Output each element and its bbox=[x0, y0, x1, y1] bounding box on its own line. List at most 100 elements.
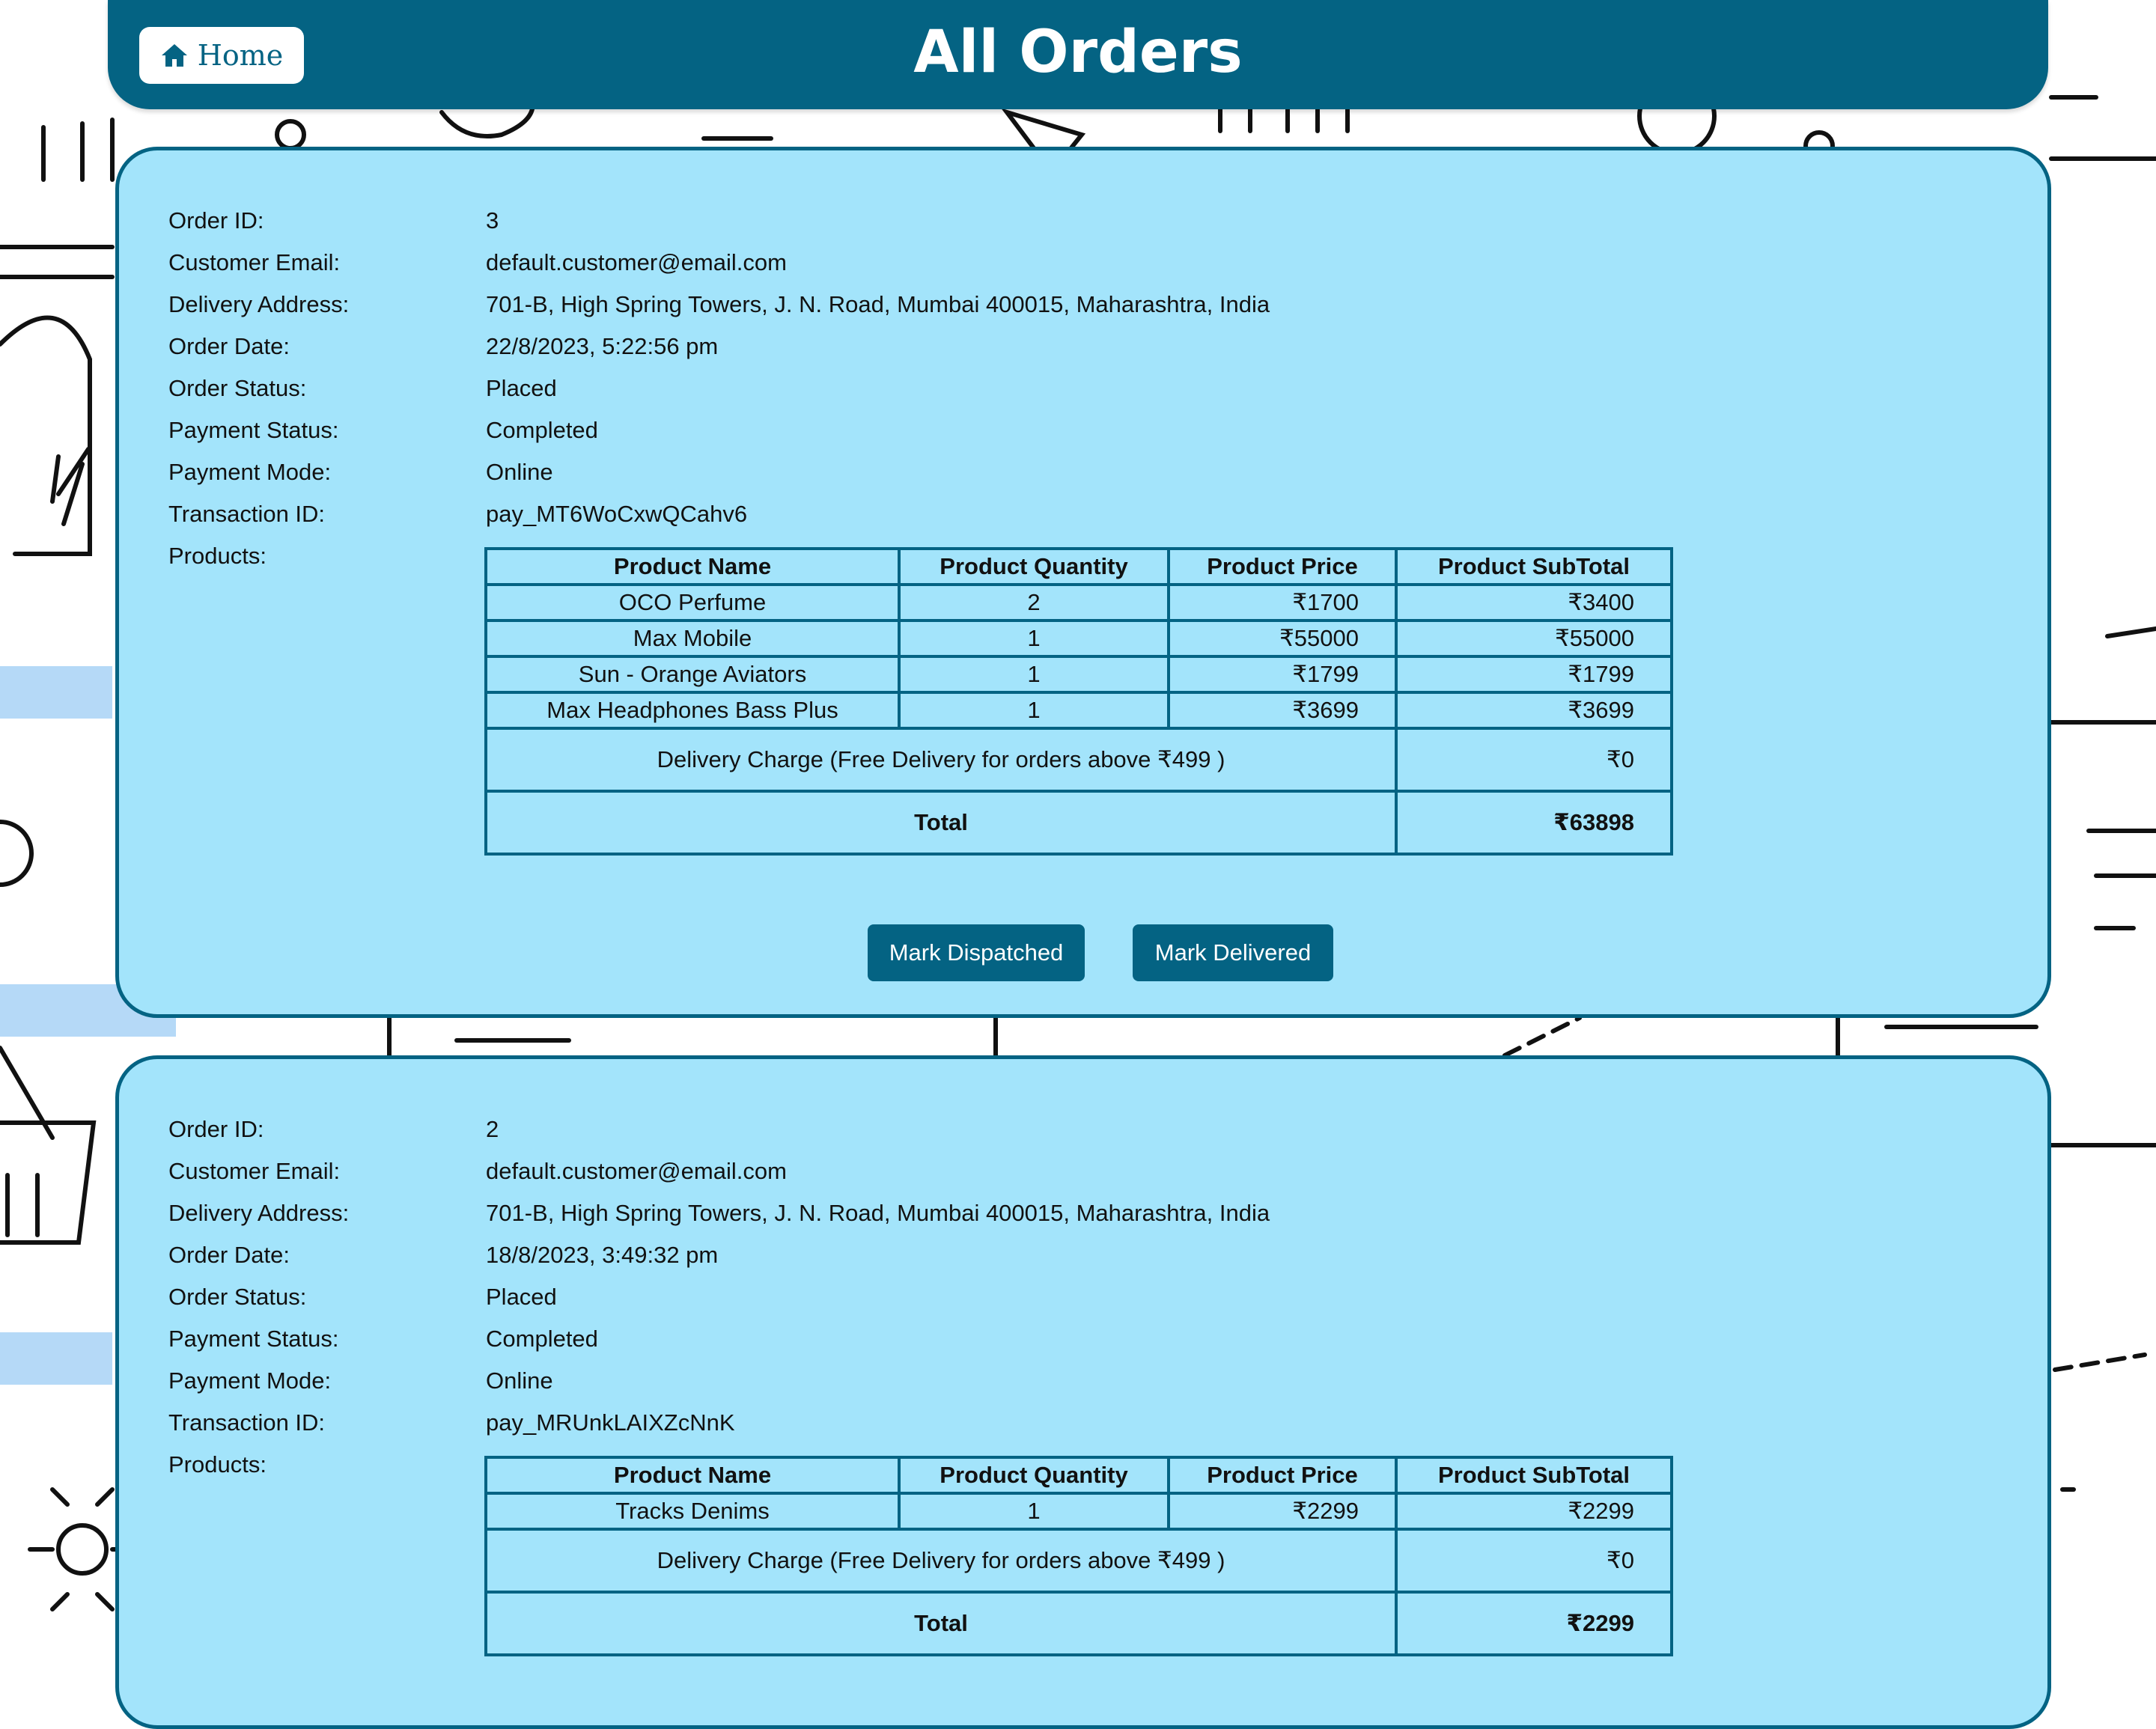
product-quantity: 2 bbox=[898, 583, 1170, 622]
order-date-value: 18/8/2023, 3:49:32 pm bbox=[486, 1242, 719, 1268]
delivery-charge-label: Delivery Charge (Free Delivery for order… bbox=[484, 727, 1398, 793]
delivery-charge-value: ₹0 bbox=[1395, 727, 1673, 793]
order-id-label: Order ID: bbox=[168, 207, 264, 234]
mark-delivered-button[interactable]: Mark Delivered bbox=[1133, 924, 1333, 981]
product-price: ₹1799 bbox=[1167, 655, 1398, 694]
payment-status-row: Payment Status: Completed bbox=[168, 409, 1270, 451]
customer-email-label: Customer Email: bbox=[168, 1158, 341, 1184]
table-header-row: Product Name Product Quantity Product Pr… bbox=[484, 1456, 1673, 1495]
product-name: Sun - Orange Aviators bbox=[484, 655, 901, 694]
product-price: ₹3699 bbox=[1167, 691, 1398, 730]
transaction-id-row: Transaction ID: pay_MT6WoCxwQCahv6 bbox=[168, 493, 1270, 535]
payment-mode-value: Online bbox=[486, 459, 553, 485]
order-card: Order ID: 2 Customer Email: default.cust… bbox=[115, 1055, 2051, 1729]
col-header-name: Product Name bbox=[484, 1456, 901, 1495]
table-row: Max Headphones Bass Plus 1 ₹3699 ₹3699 bbox=[484, 691, 1673, 730]
delivery-address-value: 701-B, High Spring Towers, J. N. Road, M… bbox=[486, 291, 1270, 317]
col-header-subtotal: Product SubTotal bbox=[1395, 547, 1673, 586]
transaction-id-row: Transaction ID: pay_MRUnkLAIXZcNnK bbox=[168, 1402, 1270, 1444]
table-row: Sun - Orange Aviators 1 ₹1799 ₹1799 bbox=[484, 655, 1673, 694]
payment-status-value: Completed bbox=[486, 417, 598, 443]
payment-mode-value: Online bbox=[486, 1367, 553, 1394]
col-header-quantity: Product Quantity bbox=[898, 547, 1170, 586]
delivery-charge-row: Delivery Charge (Free Delivery for order… bbox=[484, 1528, 1673, 1594]
table-row: Tracks Denims 1 ₹2299 ₹2299 bbox=[484, 1492, 1673, 1531]
col-header-subtotal: Product SubTotal bbox=[1395, 1456, 1673, 1495]
products-label: Products: bbox=[168, 543, 267, 569]
delivery-charge-label: Delivery Charge (Free Delivery for order… bbox=[484, 1528, 1398, 1594]
delivery-address-label: Delivery Address: bbox=[168, 291, 350, 317]
payment-mode-row: Payment Mode: Online bbox=[168, 451, 1270, 493]
payment-status-value: Completed bbox=[486, 1326, 598, 1352]
total-value: ₹2299 bbox=[1395, 1591, 1673, 1656]
table-row: OCO Perfume 2 ₹1700 ₹3400 bbox=[484, 583, 1673, 622]
col-header-name: Product Name bbox=[484, 547, 901, 586]
customer-email-label: Customer Email: bbox=[168, 249, 341, 275]
table-row: Max Mobile 1 ₹55000 ₹55000 bbox=[484, 619, 1673, 658]
delivery-charge-row: Delivery Charge (Free Delivery for order… bbox=[484, 727, 1673, 793]
transaction-id-value: pay_MT6WoCxwQCahv6 bbox=[486, 501, 748, 527]
col-header-quantity: Product Quantity bbox=[898, 1456, 1170, 1495]
product-subtotal: ₹3400 bbox=[1395, 583, 1673, 622]
products-label: Products: bbox=[168, 1451, 267, 1478]
product-price: ₹55000 bbox=[1167, 619, 1398, 658]
order-date-label: Order Date: bbox=[168, 333, 290, 359]
product-name: OCO Perfume bbox=[484, 583, 901, 622]
order-status-value: Placed bbox=[486, 375, 557, 401]
order-id-row: Order ID: 2 bbox=[168, 1109, 1270, 1150]
order-id-row: Order ID: 3 bbox=[168, 200, 1270, 242]
delivery-charge-value: ₹0 bbox=[1395, 1528, 1673, 1594]
mark-dispatched-button[interactable]: Mark Dispatched bbox=[868, 924, 1085, 981]
delivery-address-row: Delivery Address: 701-B, High Spring Tow… bbox=[168, 1192, 1270, 1234]
table-header-row: Product Name Product Quantity Product Pr… bbox=[484, 547, 1673, 586]
order-date-row: Order Date: 22/8/2023, 5:22:56 pm bbox=[168, 326, 1270, 368]
order-id-value: 3 bbox=[486, 207, 499, 234]
order-status-value: Placed bbox=[486, 1284, 557, 1310]
customer-email-row: Customer Email: default.customer@email.c… bbox=[168, 1150, 1270, 1192]
payment-mode-row: Payment Mode: Online bbox=[168, 1360, 1270, 1402]
order-date-label: Order Date: bbox=[168, 1242, 290, 1268]
total-label: Total bbox=[484, 1591, 1398, 1656]
order-actions: Mark Dispatched Mark Delivered bbox=[119, 924, 2047, 981]
customer-email-value: default.customer@email.com bbox=[486, 1158, 787, 1184]
total-value: ₹63898 bbox=[1395, 790, 1673, 856]
payment-status-label: Payment Status: bbox=[168, 1326, 339, 1352]
order-date-value: 22/8/2023, 5:22:56 pm bbox=[486, 333, 719, 359]
delivery-address-row: Delivery Address: 701-B, High Spring Tow… bbox=[168, 284, 1270, 326]
product-subtotal: ₹2299 bbox=[1395, 1492, 1673, 1531]
order-details: Order ID: 3 Customer Email: default.cust… bbox=[168, 200, 1270, 577]
products-table: Product Name Product Quantity Product Pr… bbox=[484, 547, 1673, 856]
total-row: Total ₹63898 bbox=[484, 790, 1673, 856]
total-row: Total ₹2299 bbox=[484, 1591, 1673, 1656]
product-quantity: 1 bbox=[898, 655, 1170, 694]
product-subtotal: ₹55000 bbox=[1395, 619, 1673, 658]
product-name: Max Mobile bbox=[484, 619, 901, 658]
order-details: Order ID: 2 Customer Email: default.cust… bbox=[168, 1109, 1270, 1486]
payment-mode-label: Payment Mode: bbox=[168, 1367, 332, 1394]
payment-status-row: Payment Status: Completed bbox=[168, 1318, 1270, 1360]
order-date-row: Order Date: 18/8/2023, 3:49:32 pm bbox=[168, 1234, 1270, 1276]
order-id-value: 2 bbox=[486, 1116, 499, 1142]
customer-email-row: Customer Email: default.customer@email.c… bbox=[168, 242, 1270, 284]
col-header-price: Product Price bbox=[1167, 1456, 1398, 1495]
order-id-label: Order ID: bbox=[168, 1116, 264, 1142]
order-status-label: Order Status: bbox=[168, 1284, 307, 1310]
payment-status-label: Payment Status: bbox=[168, 417, 339, 443]
transaction-id-label: Transaction ID: bbox=[168, 501, 326, 527]
transaction-id-value: pay_MRUnkLAIXZcNnK bbox=[486, 1409, 735, 1436]
product-subtotal: ₹3699 bbox=[1395, 691, 1673, 730]
order-status-row: Order Status: Placed bbox=[168, 368, 1270, 409]
order-status-row: Order Status: Placed bbox=[168, 1276, 1270, 1318]
product-quantity: 1 bbox=[898, 691, 1170, 730]
transaction-id-label: Transaction ID: bbox=[168, 1409, 326, 1436]
total-label: Total bbox=[484, 790, 1398, 856]
order-card: Order ID: 3 Customer Email: default.cust… bbox=[115, 147, 2051, 1018]
products-table: Product Name Product Quantity Product Pr… bbox=[484, 1456, 1673, 1656]
col-header-price: Product Price bbox=[1167, 547, 1398, 586]
customer-email-value: default.customer@email.com bbox=[486, 249, 787, 275]
product-name: Tracks Denims bbox=[484, 1492, 901, 1531]
product-quantity: 1 bbox=[898, 1492, 1170, 1531]
delivery-address-label: Delivery Address: bbox=[168, 1200, 350, 1226]
product-price: ₹2299 bbox=[1167, 1492, 1398, 1531]
order-status-label: Order Status: bbox=[168, 375, 307, 401]
